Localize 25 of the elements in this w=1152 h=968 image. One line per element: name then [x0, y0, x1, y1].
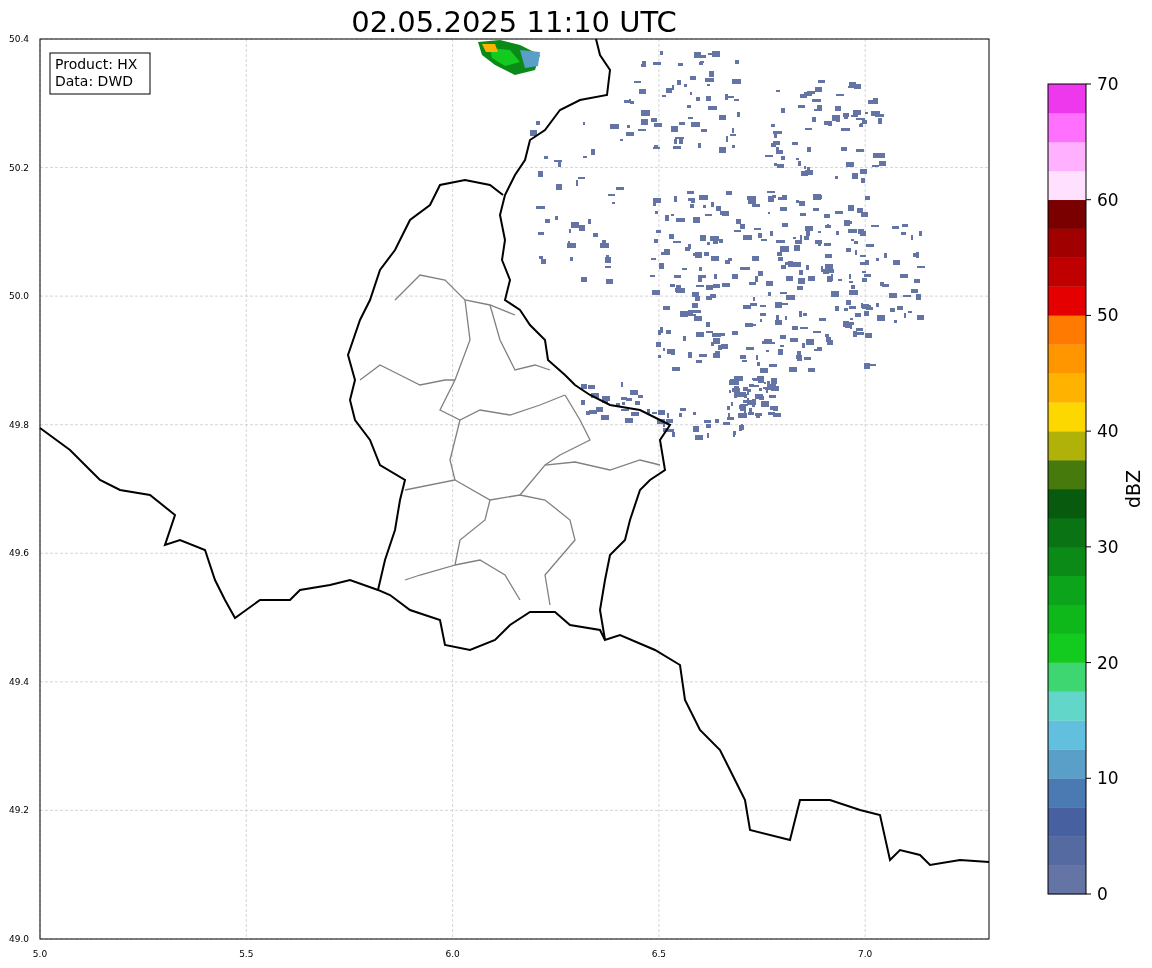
x-tick-label: 5.5 — [239, 949, 254, 959]
y-tick-label: 49.2 — [8, 805, 29, 816]
x-tick-label: 6.5 — [651, 949, 667, 959]
y-tick-label: 50.0 — [8, 291, 29, 302]
colorbar-tick-label: 60 — [1097, 189, 1119, 210]
y-tick-label: 49.8 — [8, 419, 29, 430]
colorbar-tick-label: 20 — [1097, 652, 1119, 673]
x-tick-label: 7.0 — [858, 949, 873, 959]
x-tick-label: 5.0 — [32, 949, 48, 959]
y-tick-label: 50.2 — [8, 162, 29, 173]
colorbar-tick-label: 0 — [1097, 884, 1108, 904]
y-tick-label: 49.0 — [8, 934, 29, 944]
colorbar-tick-label: 70 — [1097, 74, 1119, 94]
info-text: Data: DWD — [55, 73, 133, 89]
y-tick-label: 49.6 — [8, 548, 29, 559]
x-tick-label: 6.0 — [445, 949, 460, 959]
colorbar-tick-label: 10 — [1097, 768, 1119, 789]
colorbar-tick-label: 40 — [1097, 421, 1119, 442]
info-text: Product: HX — [55, 56, 138, 72]
y-tick-label: 49.4 — [8, 676, 29, 687]
colorbar-label: dBZ — [1122, 469, 1144, 509]
chart-title: 02.05.2025 11:10 UTC — [351, 5, 677, 39]
colorbar-tick-label: 30 — [1097, 536, 1119, 557]
colorbar-tick-label: 50 — [1097, 305, 1119, 326]
y-tick-label: 50.4 — [8, 34, 29, 44]
